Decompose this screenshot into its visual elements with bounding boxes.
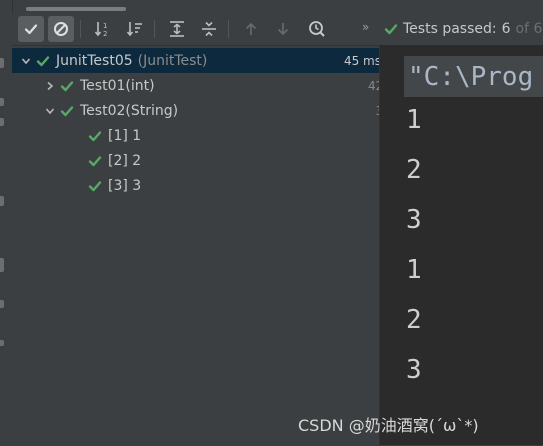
passed-check-icon — [60, 104, 74, 118]
console-line: 2 — [406, 155, 422, 185]
tree-item-label: JunitTest05 — [56, 52, 133, 69]
toolbar-separator — [80, 20, 81, 38]
next-failed-button[interactable] — [270, 16, 296, 42]
arrow-up-icon — [245, 22, 257, 35]
status-text: Tests passed: — [403, 21, 497, 37]
chevron-down-icon[interactable] — [44, 105, 56, 117]
console-line: 2 — [406, 305, 422, 335]
passed-check-icon — [88, 179, 102, 193]
prev-failed-button[interactable] — [238, 16, 264, 42]
collapse-all-icon — [202, 21, 216, 37]
sort-duration-icon — [126, 22, 142, 37]
console-command-line: "C:\Prog — [404, 56, 543, 97]
history-icon — [309, 21, 325, 37]
svg-text:1: 1 — [103, 22, 107, 30]
tree-item-label: Test02(String) — [80, 102, 179, 119]
expand-all-icon — [170, 21, 184, 37]
passed-check-icon — [88, 154, 102, 168]
passed-check-icon — [60, 79, 74, 93]
arrow-down-icon — [277, 23, 289, 36]
tree-item-label: [3] 3 — [108, 177, 142, 194]
sort-alpha-button[interactable]: 12 — [90, 16, 116, 42]
gutter-mark — [0, 258, 4, 272]
show-ignored-button[interactable] — [48, 16, 74, 42]
gutter-mark — [0, 300, 4, 308]
toolbar-separator — [154, 20, 155, 38]
tree-item[interactable]: JunitTest05 (JunitTest) 45 ms — [12, 48, 387, 73]
console-line: 1 — [406, 105, 422, 135]
chevron-down-icon[interactable] — [20, 55, 32, 67]
passed-check-icon — [88, 129, 102, 143]
tree-item-class: (JunitTest) — [137, 52, 208, 69]
chevron-right-icon[interactable] — [44, 80, 56, 92]
tree-item-label: [1] 1 — [108, 127, 142, 144]
console-output: "C:\Prog 1 2 3 1 2 3 — [380, 45, 543, 445]
test-progress-bar — [26, 7, 126, 11]
show-passed-button[interactable] — [18, 16, 44, 42]
forbid-icon — [54, 22, 68, 36]
tree-item-duration: 45 ms — [343, 53, 381, 68]
test-history-button[interactable] — [304, 16, 330, 42]
gutter-mark — [0, 118, 4, 126]
tree-item[interactable]: Test02(String)3 ms — [12, 98, 411, 123]
tree-item[interactable]: Test01(int)42 ms — [12, 73, 411, 98]
console-line: 1 — [406, 255, 422, 285]
expand-all-button[interactable] — [164, 16, 190, 42]
check-icon — [384, 24, 398, 35]
console-line: 3 — [406, 355, 422, 385]
progress-fill — [26, 7, 126, 11]
test-runner-toolbar: 12 » Tests passed: 6 of 6 — [12, 14, 543, 44]
more-actions-button[interactable]: » — [362, 20, 369, 34]
gutter-mark — [0, 196, 4, 206]
test-tree: JunitTest05 (JunitTest) 45 ms Test01(int) 42… — [12, 45, 449, 446]
status-of: of 6 — [515, 21, 543, 37]
tree-item-label: Test01(int) — [80, 77, 155, 94]
gutter-mark — [0, 340, 4, 346]
toolbar-separator — [228, 20, 229, 38]
status-count: 6 — [501, 21, 511, 37]
svg-text:2: 2 — [103, 30, 107, 38]
console-line: 3 — [406, 205, 422, 235]
check-icon — [24, 24, 38, 35]
gutter-mark — [0, 58, 4, 68]
passed-check-icon — [36, 54, 50, 68]
tree-item-label: [2] 2 — [108, 152, 142, 169]
gutter-mark — [0, 98, 4, 106]
test-status: Tests passed: 6 of 6 — [384, 19, 542, 39]
collapse-all-button[interactable] — [196, 16, 222, 42]
sort-duration-button[interactable] — [122, 16, 148, 42]
watermark: CSDN @奶油酒窝(´ω`*) — [298, 416, 479, 435]
sort-alpha-icon: 12 — [94, 22, 107, 38]
